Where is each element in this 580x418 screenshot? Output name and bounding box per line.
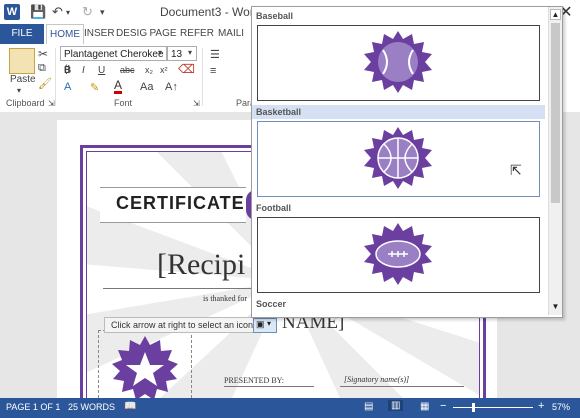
italic-button[interactable]: I — [82, 65, 85, 76]
font-size-combo[interactable]: 13 — [167, 46, 197, 61]
customize-qat-icon[interactable]: ▾ — [100, 7, 105, 18]
paste-clipboard-icon[interactable] — [9, 48, 35, 74]
tab-mailings[interactable]: MAILI — [216, 24, 246, 44]
gallery-item-basketball[interactable]: ⇱ — [257, 121, 540, 197]
redo-icon[interactable]: ↻ — [82, 4, 93, 20]
bold-button[interactable]: B — [64, 65, 71, 76]
tab-file[interactable]: FILE — [0, 24, 44, 44]
change-case-icon[interactable]: Aa — [140, 81, 153, 93]
name-underline — [103, 288, 253, 289]
undo-dropdown-icon[interactable]: ▾ — [66, 8, 70, 17]
baseball-badge-icon — [364, 31, 432, 93]
strikethrough-button[interactable]: abc — [120, 65, 135, 75]
read-mode-icon[interactable]: ▤ — [364, 401, 373, 412]
subscript-button[interactable]: x₂ — [145, 65, 153, 75]
paste-dropdown-icon[interactable]: ▾ — [17, 86, 21, 95]
align-icon[interactable]: ≡ — [210, 65, 216, 77]
window-title: Document3 - Word — [160, 5, 261, 19]
gallery-scrollbar[interactable]: ▲ ▼ — [548, 7, 562, 315]
font-color-icon[interactable]: A — [114, 79, 123, 94]
thanked-text: is thanked for — [203, 294, 247, 303]
page-count[interactable]: PAGE 1 OF 1 — [6, 402, 60, 412]
cut-icon[interactable]: ✂ — [38, 47, 48, 61]
signatory-placeholder[interactable]: [Signatory name(s)] — [344, 375, 409, 384]
font-group-label: Font — [114, 98, 133, 108]
gallery-category-basketball: Basketball — [252, 105, 545, 119]
clear-formatting-icon[interactable]: ⌫ — [178, 62, 195, 76]
underline-button[interactable]: U — [98, 65, 105, 76]
tab-design[interactable]: DESIG — [116, 24, 147, 44]
grow-font-icon[interactable]: A↑ — [165, 81, 178, 93]
word-app-icon[interactable]: W — [4, 4, 20, 20]
font-name-combo[interactable]: Plantagenet Cherokee (I — [60, 46, 167, 75]
presented-underline — [224, 386, 314, 387]
group-divider — [202, 48, 203, 106]
save-icon[interactable]: 💾 — [30, 4, 46, 20]
font-name-dropdown-icon[interactable]: ▾ — [158, 48, 162, 57]
format-painter-icon[interactable]: 🖌 — [38, 77, 52, 90]
paste-button-label[interactable]: Paste — [10, 74, 36, 85]
tab-insert[interactable]: INSER — [84, 24, 115, 44]
tab-references[interactable]: REFER — [180, 24, 214, 44]
certificate-title: CERTIFICATE — [116, 193, 245, 213]
tab-home[interactable]: HOME — [46, 24, 84, 44]
dropdown-arrow-icon: ▾ — [267, 319, 272, 328]
copy-icon[interactable]: ⧉ — [38, 62, 46, 75]
font-size-dropdown-icon[interactable]: ▾ — [188, 48, 192, 57]
proofing-icon[interactable]: 📖 — [124, 401, 136, 412]
undo-icon[interactable]: ↶ — [52, 4, 63, 20]
print-layout-icon[interactable]: ▥ — [388, 400, 404, 411]
word-count[interactable]: 25 WORDS — [68, 402, 115, 412]
text-effects-icon[interactable]: A — [64, 81, 71, 93]
scroll-up-icon[interactable]: ▲ — [550, 9, 561, 20]
group-divider — [55, 48, 56, 106]
highlight-color-icon[interactable]: ✎ — [90, 81, 99, 94]
picture-icon: ▣ — [256, 319, 265, 329]
zoom-out-icon[interactable]: − — [440, 400, 446, 412]
superscript-button[interactable]: x² — [160, 65, 168, 75]
zoom-level[interactable]: 57% — [552, 402, 570, 412]
bullets-icon[interactable]: ☰ — [210, 48, 220, 61]
clipboard-launcher-icon[interactable]: ⇲ — [48, 99, 55, 108]
gallery-item-baseball[interactable] — [257, 25, 540, 101]
status-bar: PAGE 1 OF 1 25 WORDS 📖 ▤ ▥ ▦ − + 57% — [0, 398, 580, 418]
gallery-item-football[interactable] — [257, 217, 540, 293]
zoom-slider[interactable] — [453, 407, 533, 408]
gallery-category-soccer: Soccer — [256, 299, 287, 309]
web-layout-icon[interactable]: ▦ — [420, 401, 429, 412]
presented-by-label: PRESENTED BY: — [224, 376, 284, 385]
football-badge-icon — [364, 223, 432, 285]
content-control-hint: Click arrow at right to select an icon — [104, 317, 259, 333]
clipboard-group-label: Clipboard — [6, 98, 45, 108]
scroll-down-icon[interactable]: ▼ — [550, 301, 561, 312]
mouse-cursor-icon: ⇱ — [510, 162, 522, 178]
basketball-badge-icon — [364, 127, 432, 189]
icon-picker-button[interactable]: ▣ ▾ — [253, 318, 277, 333]
icon-gallery-dropdown[interactable]: Baseball Basketball ⇱ Football Soccer ▲ … — [251, 6, 563, 318]
star-badge-icon — [112, 336, 178, 400]
signatory-underline — [340, 386, 464, 387]
zoom-slider-thumb[interactable] — [472, 403, 475, 412]
scroll-thumb[interactable] — [551, 23, 560, 203]
tab-page-layout[interactable]: PAGE — [149, 24, 177, 44]
font-launcher-icon[interactable]: ⇲ — [193, 99, 200, 108]
recipient-placeholder[interactable]: [Recipi — [157, 248, 245, 282]
zoom-in-icon[interactable]: + — [538, 400, 544, 412]
gallery-category-baseball: Baseball — [256, 11, 294, 21]
gallery-category-football: Football — [256, 203, 291, 213]
